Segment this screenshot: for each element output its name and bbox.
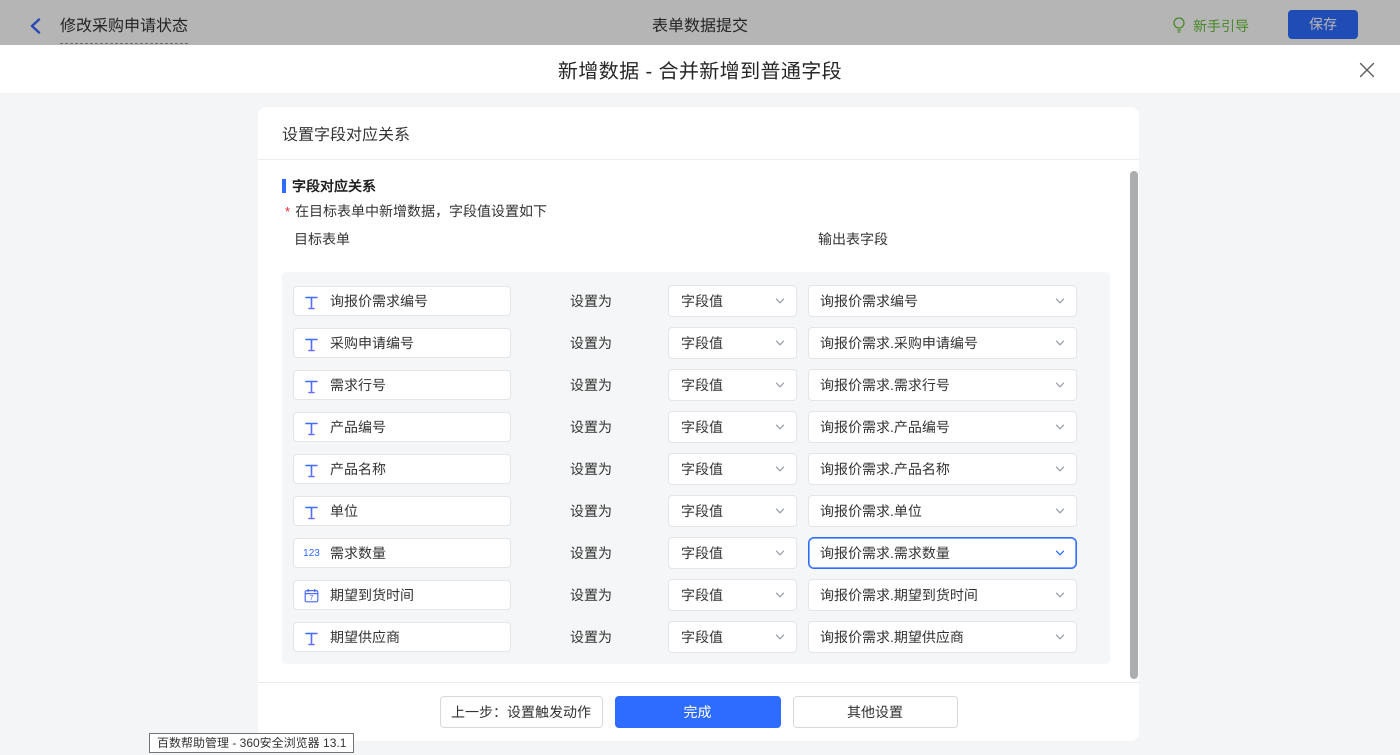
svg-text:7: 7: [309, 593, 313, 602]
